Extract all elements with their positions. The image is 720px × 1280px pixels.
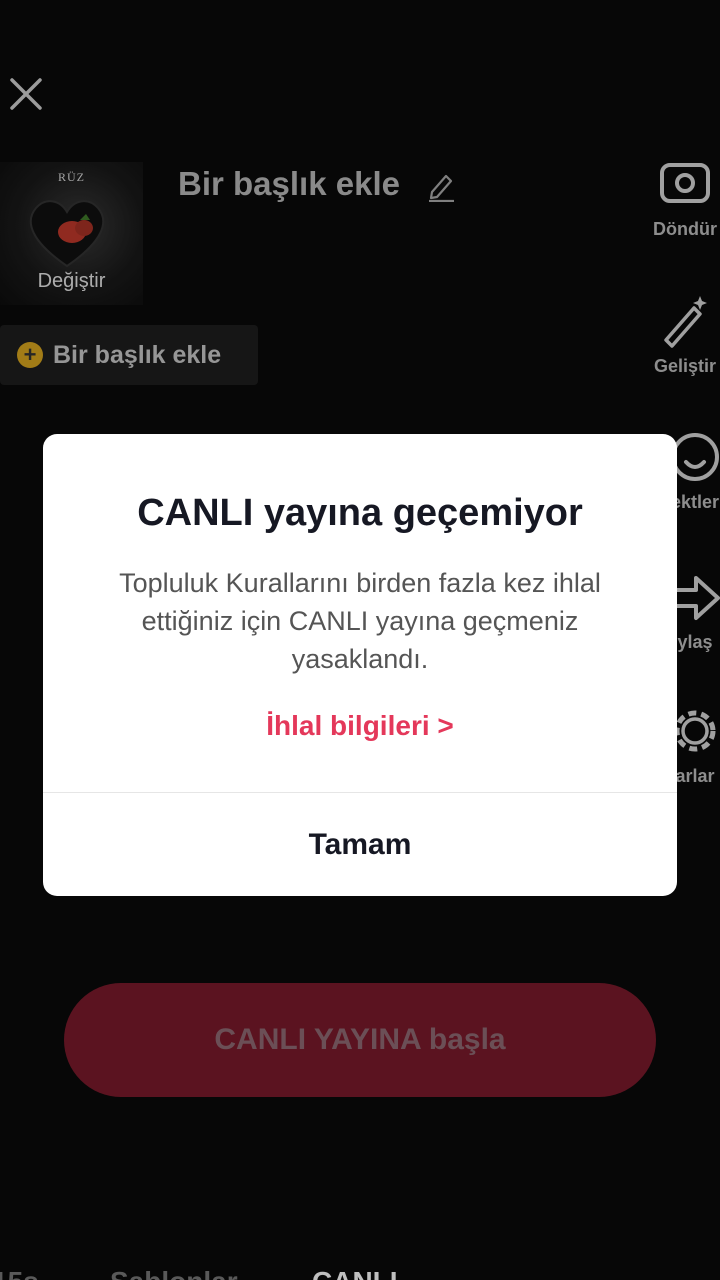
live-ban-dialog: CANLI yayına geçemiyor Topluluk Kurallar… [43,434,677,896]
violation-info-link[interactable]: İhlal bilgileri > [43,710,677,742]
ok-button[interactable]: Tamam [43,793,677,896]
dialog-message: Topluluk Kurallarını birden fazla kez ih… [119,568,601,674]
dialog-title: CANLI yayına geçemiyor [137,492,583,534]
